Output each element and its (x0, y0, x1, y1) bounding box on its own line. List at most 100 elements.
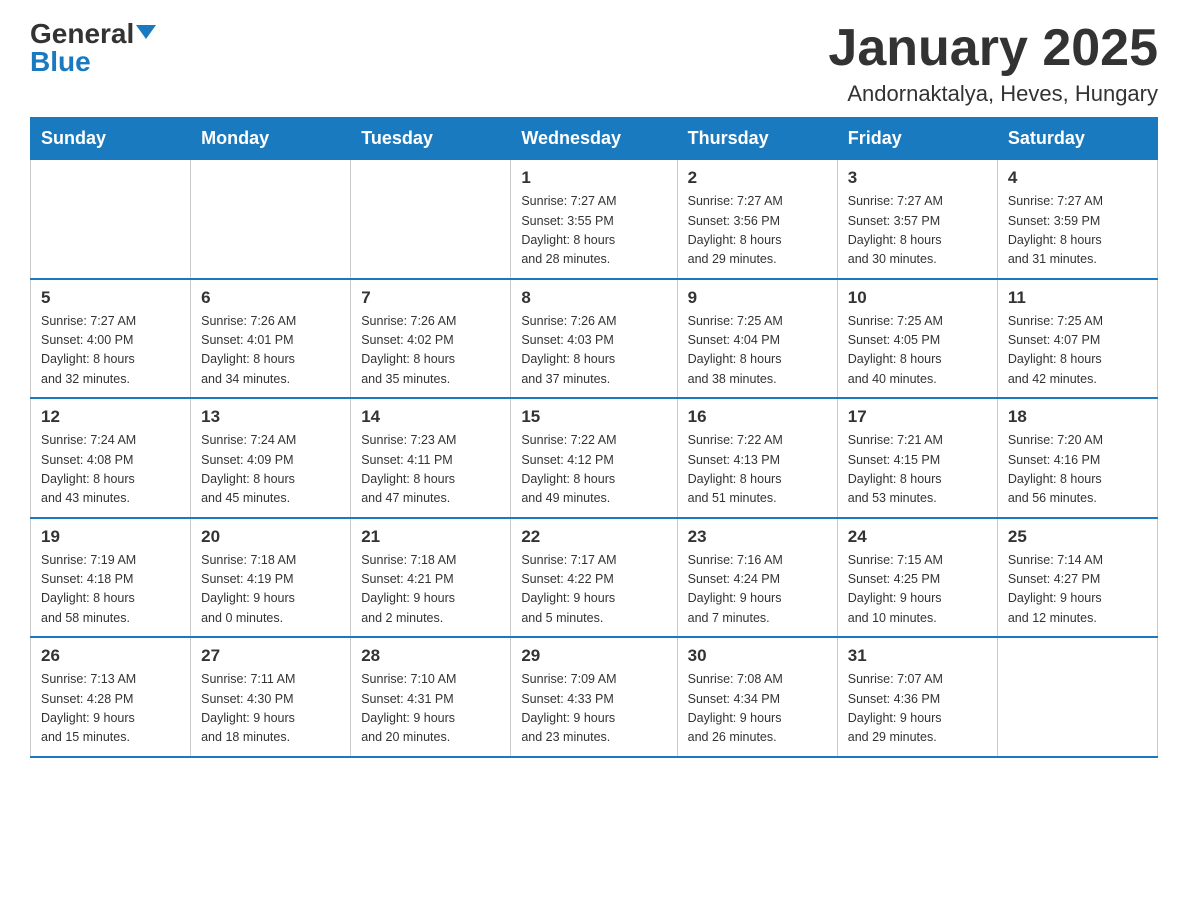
calendar-cell (31, 160, 191, 279)
week-row-4: 19Sunrise: 7:19 AMSunset: 4:18 PMDayligh… (31, 518, 1158, 638)
day-info: Sunrise: 7:13 AMSunset: 4:28 PMDaylight:… (41, 670, 180, 748)
day-of-week-friday: Friday (837, 118, 997, 160)
day-info: Sunrise: 7:20 AMSunset: 4:16 PMDaylight:… (1008, 431, 1147, 509)
day-info: Sunrise: 7:25 AMSunset: 4:04 PMDaylight:… (688, 312, 827, 390)
day-info: Sunrise: 7:24 AMSunset: 4:08 PMDaylight:… (41, 431, 180, 509)
day-info: Sunrise: 7:24 AMSunset: 4:09 PMDaylight:… (201, 431, 340, 509)
day-info: Sunrise: 7:15 AMSunset: 4:25 PMDaylight:… (848, 551, 987, 629)
day-number: 14 (361, 407, 500, 427)
day-info: Sunrise: 7:26 AMSunset: 4:03 PMDaylight:… (521, 312, 666, 390)
calendar-cell: 19Sunrise: 7:19 AMSunset: 4:18 PMDayligh… (31, 518, 191, 638)
day-number: 29 (521, 646, 666, 666)
calendar-cell: 3 Sunrise: 7:27 AMSunset: 3:57 PMDaylight… (837, 160, 997, 279)
day-number: 6 (201, 288, 340, 308)
day-number: 2 (688, 168, 827, 188)
calendar-cell: 2Sunrise: 7:27 AMSunset: 3:56 PMDaylight… (677, 160, 837, 279)
day-of-week-wednesday: Wednesday (511, 118, 677, 160)
day-number: 19 (41, 527, 180, 547)
calendar-cell: 20Sunrise: 7:18 AMSunset: 4:19 PMDayligh… (191, 518, 351, 638)
day-number: 11 (1008, 288, 1147, 308)
calendar-cell: 16 Sunrise: 7:22 AMSunset: 4:13 PMDayligh… (677, 398, 837, 518)
day-info: Sunrise: 7:16 AMSunset: 4:24 PMDaylight:… (688, 551, 827, 629)
calendar-cell (997, 637, 1157, 757)
page-header: General Blue January 2025 Andornaktalya,… (30, 20, 1158, 107)
calendar-cell: 24 Sunrise: 7:15 AMSunset: 4:25 PMDayligh… (837, 518, 997, 638)
day-of-week-sunday: Sunday (31, 118, 191, 160)
calendar-cell: 18 Sunrise: 7:20 AMSunset: 4:16 PMDayligh… (997, 398, 1157, 518)
week-row-1: 1 Sunrise: 7:27 AMSunset: 3:55 PMDaylight… (31, 160, 1158, 279)
calendar-subtitle: Andornaktalya, Heves, Hungary (828, 81, 1158, 107)
calendar-cell: 17Sunrise: 7:21 AMSunset: 4:15 PMDayligh… (837, 398, 997, 518)
calendar-cell: 30 Sunrise: 7:08 AMSunset: 4:34 PMDayligh… (677, 637, 837, 757)
calendar-cell: 12Sunrise: 7:24 AMSunset: 4:08 PMDayligh… (31, 398, 191, 518)
week-row-3: 12Sunrise: 7:24 AMSunset: 4:08 PMDayligh… (31, 398, 1158, 518)
day-of-week-thursday: Thursday (677, 118, 837, 160)
logo: General Blue (30, 20, 156, 76)
day-number: 28 (361, 646, 500, 666)
day-info: Sunrise: 7:21 AMSunset: 4:15 PMDaylight:… (848, 431, 987, 509)
day-number: 24 (848, 527, 987, 547)
day-info: Sunrise: 7:07 AMSunset: 4:36 PMDaylight:… (848, 670, 987, 748)
day-number: 8 (521, 288, 666, 308)
logo-triangle-icon (136, 25, 156, 39)
day-info: Sunrise: 7:25 AMSunset: 4:07 PMDaylight:… (1008, 312, 1147, 390)
day-number: 20 (201, 527, 340, 547)
day-number: 18 (1008, 407, 1147, 427)
day-number: 31 (848, 646, 987, 666)
day-info: Sunrise: 7:22 AMSunset: 4:13 PMDaylight:… (688, 431, 827, 509)
day-info: Sunrise: 7:25 AMSunset: 4:05 PMDaylight:… (848, 312, 987, 390)
day-number: 15 (521, 407, 666, 427)
week-row-2: 5 Sunrise: 7:27 AMSunset: 4:00 PMDaylight… (31, 279, 1158, 399)
calendar-cell: 9 Sunrise: 7:25 AMSunset: 4:04 PMDaylight… (677, 279, 837, 399)
title-block: January 2025 Andornaktalya, Heves, Hunga… (828, 20, 1158, 107)
day-number: 13 (201, 407, 340, 427)
day-number: 25 (1008, 527, 1147, 547)
calendar-cell: 28 Sunrise: 7:10 AMSunset: 4:31 PMDayligh… (351, 637, 511, 757)
day-info: Sunrise: 7:11 AMSunset: 4:30 PMDaylight:… (201, 670, 340, 748)
calendar-cell: 31 Sunrise: 7:07 AMSunset: 4:36 PMDayligh… (837, 637, 997, 757)
day-number: 3 (848, 168, 987, 188)
day-info: Sunrise: 7:27 AMSunset: 3:57 PMDaylight:… (848, 192, 987, 270)
calendar-cell: 15Sunrise: 7:22 AMSunset: 4:12 PMDayligh… (511, 398, 677, 518)
day-info: Sunrise: 7:27 AMSunset: 3:59 PMDaylight:… (1008, 192, 1147, 270)
day-info: Sunrise: 7:26 AMSunset: 4:01 PMDaylight:… (201, 312, 340, 390)
day-number: 21 (361, 527, 500, 547)
calendar-cell: 14 Sunrise: 7:23 AMSunset: 4:11 PMDayligh… (351, 398, 511, 518)
day-number: 1 (521, 168, 666, 188)
day-number: 16 (688, 407, 827, 427)
day-number: 7 (361, 288, 500, 308)
day-of-week-saturday: Saturday (997, 118, 1157, 160)
day-number: 26 (41, 646, 180, 666)
day-number: 4 (1008, 168, 1147, 188)
day-number: 22 (521, 527, 666, 547)
calendar-cell: 8 Sunrise: 7:26 AMSunset: 4:03 PMDaylight… (511, 279, 677, 399)
calendar-cell: 27 Sunrise: 7:11 AMSunset: 4:30 PMDayligh… (191, 637, 351, 757)
day-info: Sunrise: 7:17 AMSunset: 4:22 PMDaylight:… (521, 551, 666, 629)
day-number: 27 (201, 646, 340, 666)
calendar-cell: 21 Sunrise: 7:18 AMSunset: 4:21 PMDayligh… (351, 518, 511, 638)
calendar-cell (351, 160, 511, 279)
day-info: Sunrise: 7:18 AMSunset: 4:21 PMDaylight:… (361, 551, 500, 629)
calendar-cell: 1 Sunrise: 7:27 AMSunset: 3:55 PMDaylight… (511, 160, 677, 279)
day-of-week-tuesday: Tuesday (351, 118, 511, 160)
calendar-cell (191, 160, 351, 279)
day-info: Sunrise: 7:09 AMSunset: 4:33 PMDaylight:… (521, 670, 666, 748)
calendar-cell: 13 Sunrise: 7:24 AMSunset: 4:09 PMDayligh… (191, 398, 351, 518)
calendar-cell: 22 Sunrise: 7:17 AMSunset: 4:22 PMDayligh… (511, 518, 677, 638)
day-number: 30 (688, 646, 827, 666)
calendar-cell: 6 Sunrise: 7:26 AMSunset: 4:01 PMDaylight… (191, 279, 351, 399)
calendar-cell: 5 Sunrise: 7:27 AMSunset: 4:00 PMDaylight… (31, 279, 191, 399)
calendar-cell: 23Sunrise: 7:16 AMSunset: 4:24 PMDayligh… (677, 518, 837, 638)
day-info: Sunrise: 7:27 AMSunset: 3:55 PMDaylight:… (521, 192, 666, 270)
day-info: Sunrise: 7:08 AMSunset: 4:34 PMDaylight:… (688, 670, 827, 748)
day-info: Sunrise: 7:23 AMSunset: 4:11 PMDaylight:… (361, 431, 500, 509)
day-info: Sunrise: 7:10 AMSunset: 4:31 PMDaylight:… (361, 670, 500, 748)
day-number: 5 (41, 288, 180, 308)
logo-general-text: General (30, 20, 134, 48)
day-of-week-monday: Monday (191, 118, 351, 160)
day-number: 9 (688, 288, 827, 308)
day-info: Sunrise: 7:27 AMSunset: 4:00 PMDaylight:… (41, 312, 180, 390)
week-row-5: 26 Sunrise: 7:13 AMSunset: 4:28 PMDayligh… (31, 637, 1158, 757)
calendar-cell: 7Sunrise: 7:26 AMSunset: 4:02 PMDaylight… (351, 279, 511, 399)
calendar-cell: 25Sunrise: 7:14 AMSunset: 4:27 PMDayligh… (997, 518, 1157, 638)
